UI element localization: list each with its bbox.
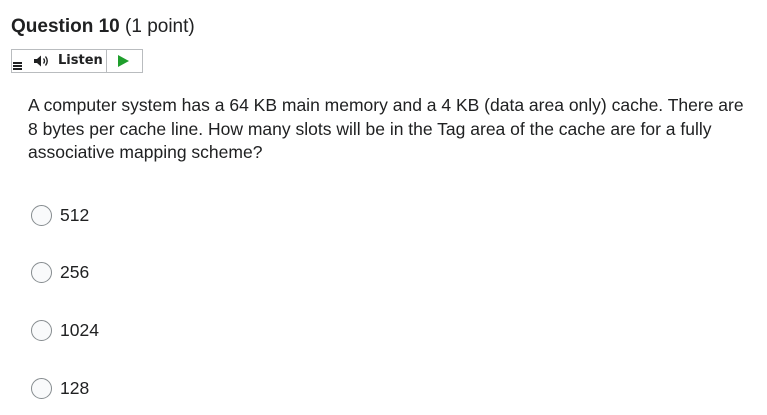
play-icon[interactable] bbox=[118, 55, 129, 67]
answer-option[interactable]: 256 bbox=[31, 259, 251, 285]
radio-button[interactable] bbox=[31, 319, 52, 341]
answer-option-label: 512 bbox=[60, 205, 90, 225]
answer-option-label: 128 bbox=[60, 378, 90, 398]
answer-option[interactable]: 512 bbox=[31, 202, 251, 228]
answer-option-label: 256 bbox=[60, 262, 90, 282]
question-header: Question 10 (1 point) bbox=[11, 15, 195, 39]
question-points: (1 point) bbox=[125, 16, 195, 37]
question-title: Question 10 bbox=[11, 16, 120, 37]
answer-option[interactable]: 128 bbox=[31, 375, 251, 401]
menu-icon[interactable] bbox=[13, 62, 23, 71]
question-text: A computer system has a 64 KB main memor… bbox=[28, 95, 744, 162]
answer-option-label: 1024 bbox=[60, 320, 99, 340]
radio-button[interactable] bbox=[31, 261, 52, 283]
listen-divider bbox=[106, 50, 107, 72]
radio-button[interactable] bbox=[31, 204, 52, 226]
speaker-icon bbox=[34, 55, 48, 67]
answer-option[interactable]: 1024 bbox=[31, 317, 251, 343]
listen-toolbar: Listen bbox=[11, 49, 143, 73]
listen-button[interactable]: Listen bbox=[58, 53, 103, 69]
radio-button[interactable] bbox=[31, 377, 52, 399]
